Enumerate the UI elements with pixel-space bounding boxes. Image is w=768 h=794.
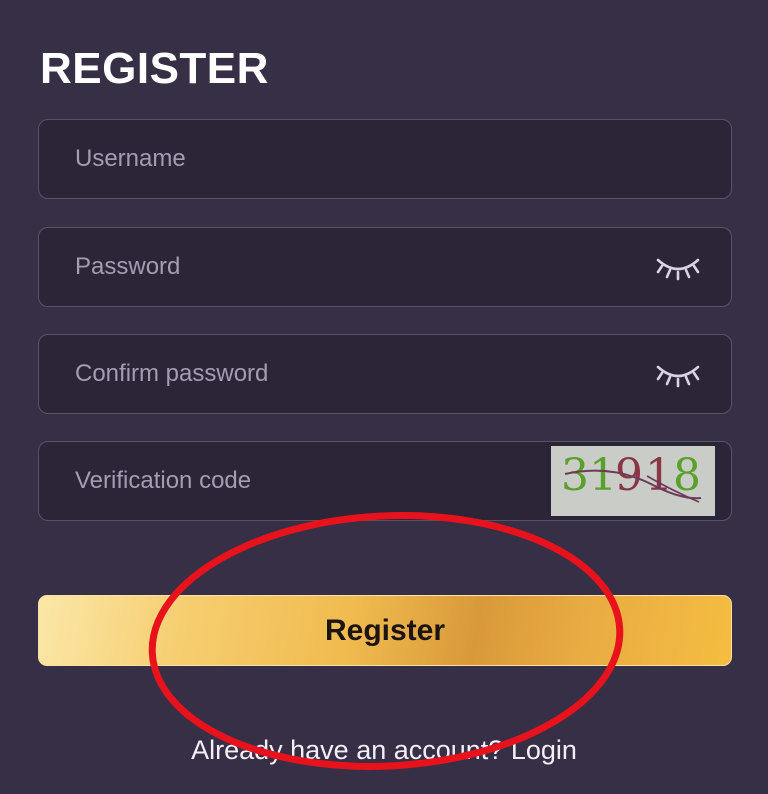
username-field-container <box>38 119 732 199</box>
captcha-digit: 1 <box>645 450 673 501</box>
login-prompt: Already have an account? Login <box>0 735 768 766</box>
confirm-password-field-container <box>38 334 732 414</box>
password-field-container <box>38 227 732 307</box>
username-input[interactable] <box>75 120 595 198</box>
captcha-image[interactable]: 3 1 9 1 8 <box>551 446 715 516</box>
password-input[interactable] <box>75 228 595 306</box>
verification-code-input[interactable] <box>75 442 595 520</box>
captcha-digit: 8 <box>673 450 701 501</box>
captcha-digit: 1 <box>589 450 617 501</box>
page-title: REGISTER <box>40 44 269 93</box>
eye-closed-icon[interactable] <box>655 361 701 389</box>
eye-closed-icon[interactable] <box>655 254 701 282</box>
register-page: REGISTER 3 1 <box>0 0 768 794</box>
login-link[interactable]: Login <box>511 735 577 765</box>
confirm-password-input[interactable] <box>75 335 595 413</box>
register-button[interactable]: Register <box>38 595 732 666</box>
verification-code-field-container: 3 1 9 1 8 <box>38 441 732 521</box>
captcha-digit: 3 <box>561 450 589 501</box>
login-prompt-text: Already have an account? <box>191 735 504 765</box>
